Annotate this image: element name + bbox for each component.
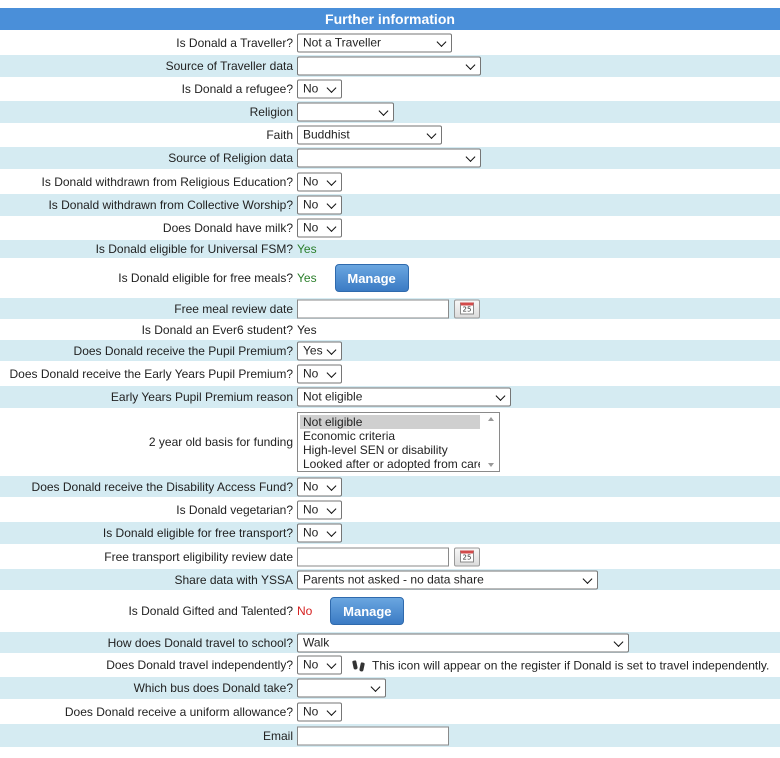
listbox-option[interactable]: Not eligible (300, 415, 480, 429)
uniform-label: Does Donald receive a uniform allowance? (64, 704, 293, 719)
withdrawn-re-select[interactable]: No (297, 172, 342, 192)
listbox-option[interactable]: Economic criteria (300, 429, 480, 443)
row-transport-review: Free transport eligibility review date 2… (0, 545, 780, 568)
universal-fsm-value: Yes (297, 242, 317, 256)
refugee-label: Is Donald a refugee? (181, 82, 293, 96)
refugee-select[interactable]: No (297, 79, 342, 99)
pupil-premium-select[interactable]: Yes (297, 341, 342, 360)
row-traveller-source: Source of Traveller data (0, 55, 780, 77)
ey-pupil-premium-label: Does Donald receive the Early Years Pupi… (9, 366, 293, 381)
gifted-value: No (297, 604, 313, 618)
travel-indep-select[interactable]: No (297, 655, 342, 675)
row-two-year-basis: 2 year old basis for funding Not eligibl… (0, 409, 780, 475)
universal-fsm-label: Is Donald eligible for Universal FSM? (95, 242, 293, 256)
religion-source-select[interactable] (297, 148, 481, 168)
row-gifted: Is Donald Gifted and Talented? No Manage (0, 591, 780, 631)
milk-label: Does Donald have milk? (162, 221, 293, 235)
two-year-basis-label: 2 year old basis for funding (148, 435, 293, 449)
free-transport-select[interactable]: No (297, 523, 342, 543)
row-yssa: Share data with YSSA Parents not asked -… (0, 569, 780, 590)
yssa-select[interactable]: Parents not asked - no data share (297, 570, 598, 589)
row-travel-indep: Does Donald travel independently? No Thi… (0, 654, 780, 676)
transport-review-label: Free transport eligibility review date (104, 549, 293, 564)
ey-pupil-premium-select[interactable]: No (297, 364, 342, 383)
religion-select[interactable] (297, 102, 394, 122)
row-disability-fund: Does Donald receive the Disability Acces… (0, 476, 780, 497)
bus-label: Which bus does Donald take? (133, 681, 293, 695)
row-free-transport: Is Donald eligible for free transport? N… (0, 522, 780, 544)
travel-school-label: How does Donald travel to school? (107, 635, 293, 650)
ever6-label: Is Donald an Ever6 student? (141, 322, 293, 337)
free-meals-manage-button[interactable]: Manage (334, 264, 409, 292)
gifted-label: Is Donald Gifted and Talented? (128, 604, 293, 618)
traveller-select[interactable]: Not a Traveller (297, 33, 452, 52)
disability-fund-select[interactable]: No (297, 477, 342, 496)
row-free-meals: Is Donald eligible for free meals? Yes M… (0, 259, 780, 297)
email-label: Email (262, 728, 293, 743)
row-ever6: Is Donald an Ever6 student? Yes (0, 320, 780, 339)
listbox-option[interactable]: Looked after or adopted from care (300, 457, 480, 471)
meal-review-date-input[interactable] (297, 299, 449, 318)
row-withdrawn-re: Is Donald withdrawn from Religious Educa… (0, 171, 780, 193)
withdrawn-cw-label: Is Donald withdrawn from Collective Wors… (48, 198, 293, 212)
row-email: Email (0, 724, 780, 747)
email-input[interactable] (297, 726, 449, 745)
bus-select[interactable] (297, 678, 386, 698)
vegetarian-label: Is Donald vegetarian? (176, 502, 293, 517)
row-meal-review: Free meal review date 25 (0, 298, 780, 319)
row-travel-school: How does Donald travel to school? Walk (0, 632, 780, 653)
free-transport-label: Is Donald eligible for free transport? (102, 526, 293, 540)
footsteps-icon (352, 659, 366, 672)
row-religion: Religion (0, 101, 780, 123)
disability-fund-label: Does Donald receive the Disability Acces… (31, 479, 293, 494)
travel-indep-note: This icon will appear on the register if… (372, 658, 770, 672)
faith-label: Faith (266, 128, 293, 142)
ever6-value: Yes (297, 322, 317, 337)
religion-label: Religion (249, 105, 293, 119)
withdrawn-cw-select[interactable]: No (297, 195, 342, 215)
transport-review-calendar-icon[interactable]: 25 (454, 547, 480, 566)
row-bus: Which bus does Donald take? (0, 677, 780, 699)
ey-reason-label: Early Years Pupil Premium reason (110, 390, 293, 404)
row-ey-pupil-premium: Does Donald receive the Early Years Pupi… (0, 362, 780, 385)
traveller-source-label: Source of Traveller data (165, 59, 293, 73)
traveller-source-select[interactable] (297, 56, 481, 76)
section-header: Further information (0, 8, 780, 30)
uniform-select[interactable]: No (297, 702, 342, 721)
row-vegetarian: Is Donald vegetarian? No (0, 498, 780, 521)
transport-review-date-input[interactable] (297, 547, 449, 566)
meal-review-calendar-icon[interactable]: 25 (454, 299, 480, 318)
row-faith: Faith Buddhist (0, 124, 780, 146)
withdrawn-re-label: Is Donald withdrawn from Religious Educa… (41, 175, 293, 189)
row-withdrawn-cw: Is Donald withdrawn from Collective Wors… (0, 194, 780, 216)
row-universal-fsm: Is Donald eligible for Universal FSM? Ye… (0, 240, 780, 258)
row-refugee: Is Donald a refugee? No (0, 78, 780, 100)
milk-select[interactable]: No (297, 218, 342, 238)
pupil-premium-label: Does Donald receive the Pupil Premium? (73, 343, 293, 358)
listbox-option[interactable]: High-level SEN or disability (300, 443, 480, 457)
free-meals-value: Yes (297, 271, 317, 285)
travel-school-select[interactable]: Walk (297, 633, 629, 652)
row-pupil-premium: Does Donald receive the Pupil Premium? Y… (0, 340, 780, 361)
meal-review-label: Free meal review date (174, 301, 293, 316)
row-uniform: Does Donald receive a uniform allowance?… (0, 700, 780, 723)
gifted-manage-button[interactable]: Manage (330, 597, 405, 625)
row-ey-reason: Early Years Pupil Premium reason Not eli… (0, 386, 780, 408)
row-milk: Does Donald have milk? No (0, 217, 780, 239)
ey-reason-select[interactable]: Not eligible (297, 387, 511, 407)
free-meals-label: Is Donald eligible for free meals? (118, 271, 293, 285)
two-year-basis-listbox[interactable]: Not eligible Economic criteria High-leve… (297, 412, 500, 472)
religion-source-label: Source of Religion data (168, 151, 293, 165)
faith-select[interactable]: Buddhist (297, 125, 442, 145)
travel-indep-label: Does Donald travel independently? (106, 658, 293, 672)
traveller-label: Is Donald a Traveller? (176, 35, 293, 50)
yssa-label: Share data with YSSA (174, 572, 293, 587)
listbox-scrollbar[interactable] (484, 414, 498, 470)
row-religion-source: Source of Religion data (0, 147, 780, 169)
row-traveller: Is Donald a Traveller? Not a Traveller (0, 32, 780, 53)
vegetarian-select[interactable]: No (297, 500, 342, 519)
